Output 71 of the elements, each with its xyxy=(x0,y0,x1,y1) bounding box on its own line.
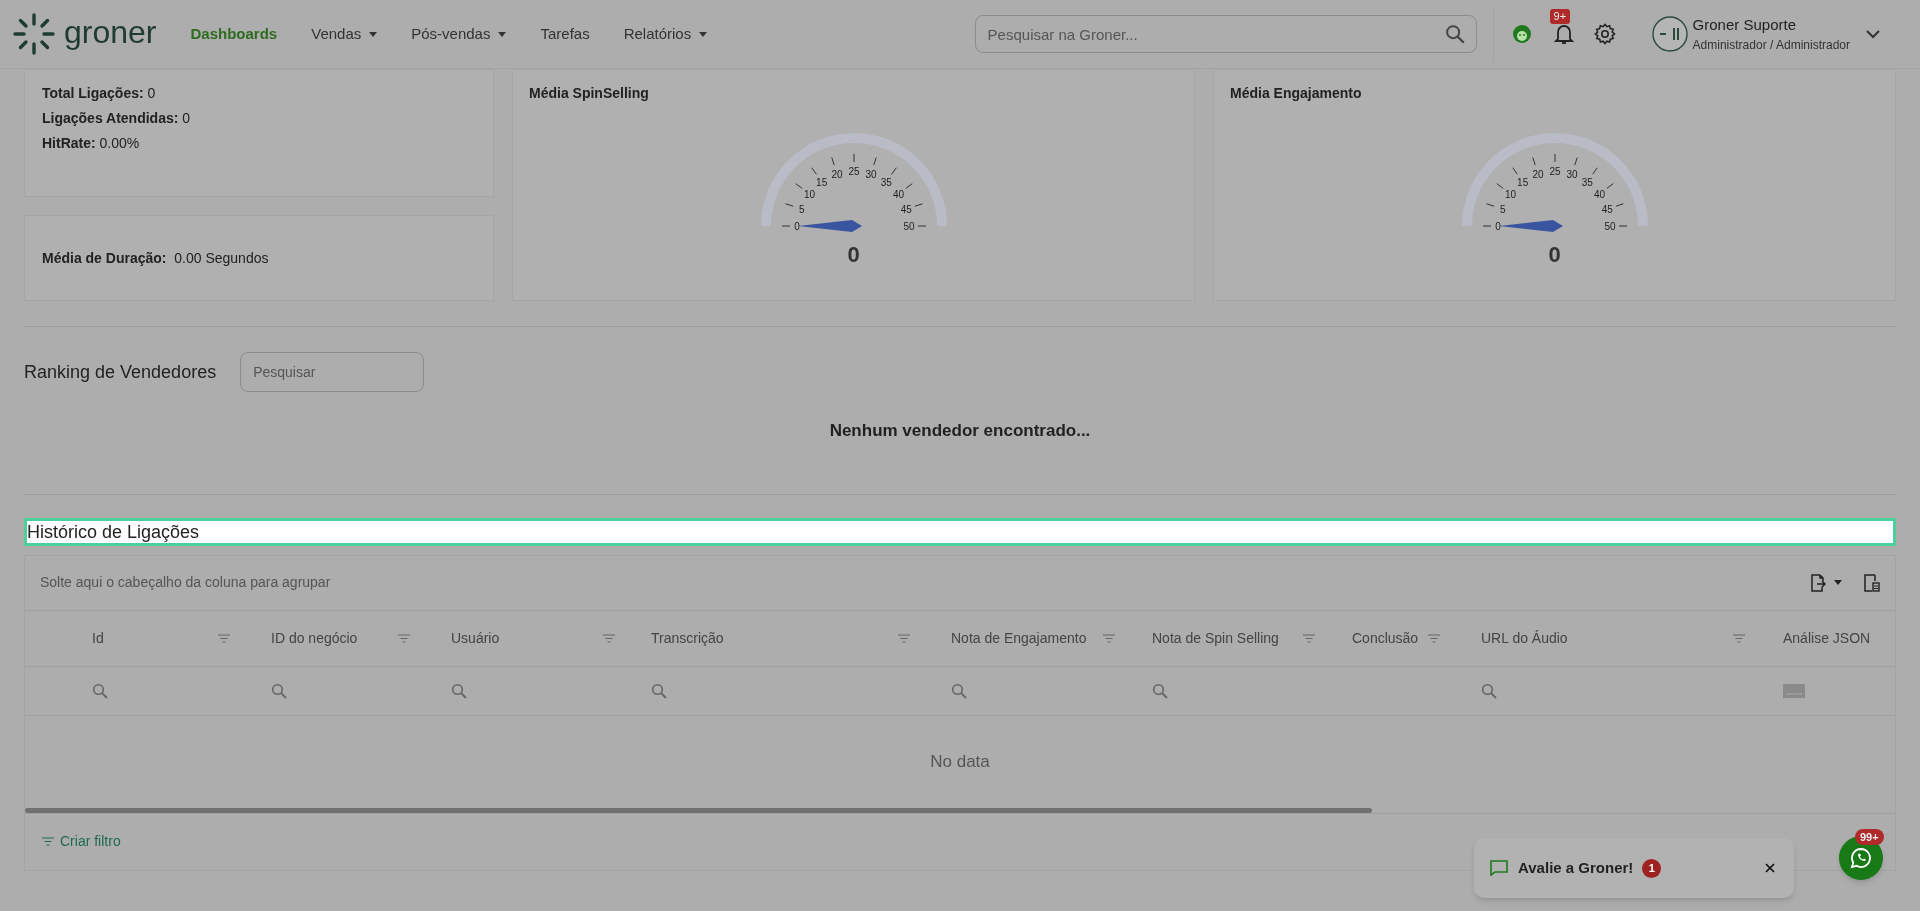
search-field[interactable]: Pesquisar xyxy=(240,352,425,392)
search-icon xyxy=(1444,24,1465,44)
gauge-drawing: 0 5 10 15 20 25 30 35 40 45 50 xyxy=(733,126,974,234)
filter-icon[interactable] xyxy=(1733,633,1745,643)
column-header[interactable]: Nota de Spin Selling xyxy=(1131,610,1331,666)
filter-icon[interactable] xyxy=(898,633,910,643)
avatar-icon[interactable] xyxy=(1651,16,1688,52)
search-icon[interactable] xyxy=(92,682,108,699)
bell-icon[interactable] xyxy=(1553,23,1574,45)
filter-icon[interactable] xyxy=(398,633,410,643)
section-title: Histórico de Ligações xyxy=(24,517,1896,546)
brand-name: groner xyxy=(64,16,157,48)
search-field[interactable]: Pesquisar na Groner... xyxy=(974,15,1477,53)
user-role: Administrador / Administrador xyxy=(1692,37,1850,55)
gauge-value: 0 xyxy=(1548,241,1561,269)
filter-icon[interactable] xyxy=(603,633,615,643)
search-icon[interactable] xyxy=(271,682,287,699)
search-icon[interactable] xyxy=(651,682,667,699)
filter-icon xyxy=(42,837,54,846)
column-header[interactable]: Análise JSON xyxy=(1761,610,1893,666)
chevron-down-icon[interactable] xyxy=(1866,29,1880,39)
text-filter-icon[interactable] xyxy=(1783,683,1805,698)
logo-icon xyxy=(12,12,56,56)
duration-text: Média de Duração: 0.00 Segundos xyxy=(42,248,269,268)
search-icon[interactable] xyxy=(451,682,467,699)
nav-item[interactable]: Vendas xyxy=(311,22,378,46)
user-name: Groner Suporte xyxy=(1692,14,1797,35)
filter-icon[interactable] xyxy=(1428,633,1440,643)
gauge-value: 0 xyxy=(847,241,860,269)
search-icon[interactable] xyxy=(1481,682,1497,699)
stat-text: Ligações Atendidas: 0 xyxy=(42,109,192,128)
filter-icon[interactable] xyxy=(1303,633,1315,643)
column-chooser-icon[interactable] xyxy=(1864,573,1880,592)
count-badge: 99+ xyxy=(1855,829,1884,845)
column-header[interactable]: Transcrição xyxy=(631,610,926,666)
nav-item[interactable]: Pós-vendas xyxy=(411,22,507,46)
nav-item[interactable]: Tarefas xyxy=(540,22,590,46)
settings-icon[interactable] xyxy=(1593,23,1616,45)
create-filter-link[interactable]: Criar filtro xyxy=(42,831,121,852)
search-icon[interactable] xyxy=(951,682,967,699)
toast-text: Avalie a Groner! xyxy=(1518,857,1634,878)
stat-text: Total Ligações: 0 xyxy=(42,84,157,103)
chat-icon xyxy=(1490,860,1508,876)
group-hint: Solte aqui o cabeçalho da coluna para agrupar xyxy=(40,573,331,592)
column-header[interactable]: Nota de Engajamento xyxy=(926,610,1131,666)
whatsapp-icon xyxy=(1850,847,1872,869)
stat-text: HitRate: 0.00% xyxy=(42,134,141,153)
column-header[interactable]: ID do negócio xyxy=(246,610,426,666)
empty-message: Nenhum vendedor encontrado... xyxy=(829,420,1091,442)
gauge-drawing: 0 5 10 15 20 25 30 35 40 45 50 xyxy=(1434,126,1675,234)
column-header[interactable]: Usuário xyxy=(426,610,631,666)
export-button[interactable] xyxy=(1810,573,1842,592)
column-header[interactable]: Id xyxy=(25,610,246,666)
section-title: Ranking de Vendedores xyxy=(24,360,217,384)
empty-message: No data xyxy=(930,750,990,773)
close-icon xyxy=(1765,863,1775,873)
nav-item[interactable]: Dashboards xyxy=(190,22,278,46)
column-header[interactable]: Conclusão xyxy=(1331,610,1456,666)
filter-icon[interactable] xyxy=(1103,633,1115,643)
gauge-title: Média Engajamento xyxy=(1230,84,1363,103)
column-header[interactable]: URL do Áudio xyxy=(1456,610,1761,666)
notification-badge: 9+ xyxy=(1549,9,1571,24)
face-icon[interactable] xyxy=(1511,24,1532,44)
scrollbar[interactable] xyxy=(25,807,1372,813)
export-icon xyxy=(1810,573,1826,592)
caret-icon xyxy=(1834,580,1842,585)
nav-item[interactable]: Relatórios xyxy=(623,22,708,46)
search-icon[interactable] xyxy=(1152,682,1168,699)
gauge-title: Média SpinSelling xyxy=(529,84,650,103)
filter-icon[interactable] xyxy=(218,633,230,643)
count-badge: 1 xyxy=(1642,858,1662,878)
